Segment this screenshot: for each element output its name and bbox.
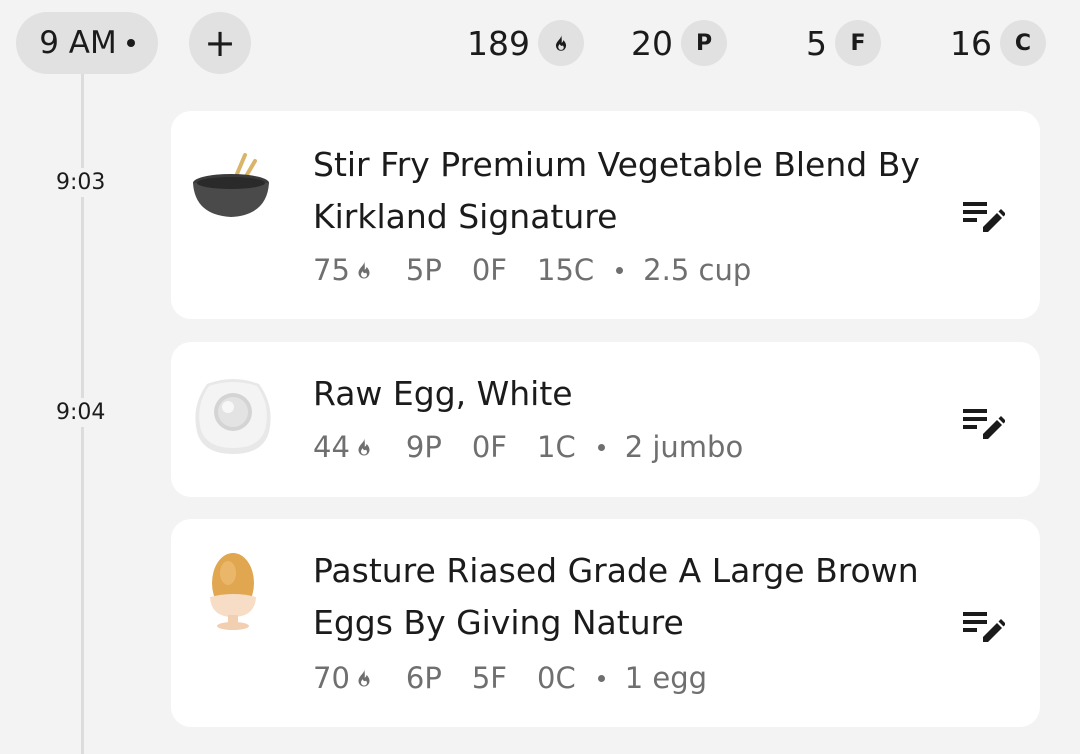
separator-dot [597,674,605,682]
food-carbs: 1C [537,430,576,464]
food-calories: 75 [313,253,406,287]
edit-entry-button[interactable] [960,603,1006,649]
fat-badge: F [835,20,881,66]
food-serving: 2.5 cup [643,253,752,287]
food-title: Stir Fry Premium Vegetable Blend By Kirk… [313,145,920,236]
flame-icon [358,668,370,687]
add-food-button[interactable]: + [189,12,251,74]
edit-entry-button[interactable] [960,193,1006,239]
carbs-value: 16 [950,23,992,63]
fat-total: 5 F [806,20,881,66]
flame-icon [358,260,370,279]
food-serving: 2 jumbo [624,430,744,464]
entry-time-label: 9:03 [56,168,106,197]
carbs-total: 16 C [950,20,1046,66]
food-protein: 5P [405,253,442,287]
protein-total: 20 P [631,20,727,66]
entry-time-label: 9:04 [56,398,106,427]
edit-list-icon [963,202,1005,232]
food-calories: 44 [313,430,406,464]
protein-value: 20 [631,23,673,63]
food-title: Raw Egg, White [313,374,573,413]
food-protein: 9P [405,430,442,464]
edit-list-icon [963,409,1005,439]
hour-pill[interactable]: 9 AM [16,12,158,74]
flame-icon [358,437,370,456]
food-fat: 5F [471,661,507,695]
edit-entry-button[interactable] [960,400,1006,446]
bowl-chopsticks-icon [193,153,269,217]
food-calories: 70 [313,661,406,695]
flame-icon [555,33,567,51]
food-carbs: 0C [537,661,576,695]
food-calories-value: 44 [313,430,350,464]
fat-value: 5 [806,23,827,63]
food-title: Pasture Riased Grade A Large Brown Eggs … [313,551,919,642]
food-protein: 6P [405,661,442,695]
protein-badge: P [681,20,727,66]
hour-label: 9 AM [39,25,117,61]
boiled-egg-cup-icon [210,553,256,630]
food-calories-value: 75 [313,253,350,287]
flame-badge [538,20,584,66]
egg-icon [195,379,271,454]
hour-summary-header: 9 AM + 189 20 P 5 F 16 C [0,0,1080,90]
hour-dot-icon [126,39,135,47]
food-entry-card[interactable]: Stir Fry Premium Vegetable Blend By Kirk… [171,111,1040,319]
food-fat: 0F [471,430,507,464]
food-meta: 44 9P 0F 1C 2 jumbo [313,427,743,467]
separator-dot [616,266,624,274]
food-log-screen: 9 AM + 189 20 P 5 F 16 C 9:03 9:04 Stir … [0,0,1080,754]
food-calories-value: 70 [313,661,350,695]
plus-icon: + [204,21,236,65]
carbs-badge: C [1000,20,1046,66]
edit-list-icon [963,612,1005,642]
food-entry-card[interactable]: Pasture Riased Grade A Large Brown Eggs … [171,519,1040,727]
separator-dot [597,443,605,451]
food-meta: 75 5P 0F 15C 2.5 cup [313,250,751,290]
food-fat: 0F [471,253,507,287]
food-carbs: 15C [537,253,595,287]
calories-value: 189 [467,23,530,63]
calories-total: 189 [467,20,584,66]
food-serving: 1 egg [624,661,708,695]
food-meta: 70 6P 5F 0C 1 egg [313,658,707,698]
food-entry-card[interactable]: Raw Egg, White 44 9P 0F 1C 2 jumbo [171,342,1040,497]
